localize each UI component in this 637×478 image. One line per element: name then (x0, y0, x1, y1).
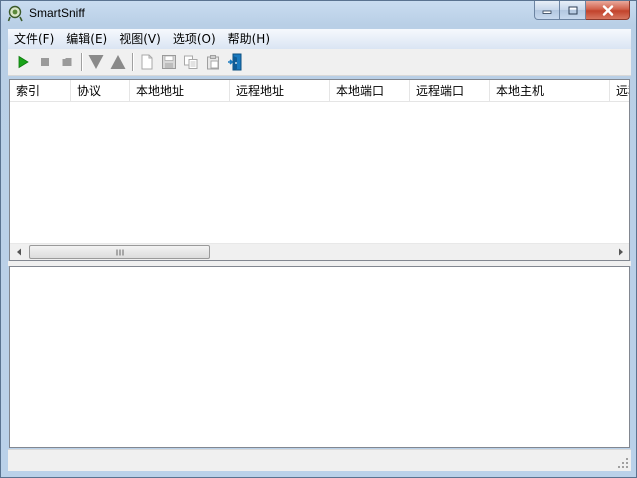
caption-buttons (534, 1, 630, 20)
app-window: SmartSniff 文件(F) 编辑(E) 视图(V) 选项(O) 帮助(H) (0, 0, 637, 478)
packet-list[interactable]: 索引 协议 本地地址 远程地址 本地端口 远程端口 本地主机 远程 (9, 79, 630, 261)
toolbar (8, 49, 631, 76)
toolbar-separator (81, 53, 82, 71)
exit-door-icon (228, 53, 242, 71)
new-button[interactable] (136, 51, 158, 73)
menu-help[interactable]: 帮助(H) (222, 29, 276, 49)
save-button[interactable] (158, 51, 180, 73)
pause-capture-button[interactable] (56, 51, 78, 73)
menu-edit[interactable]: 编辑(E) (60, 29, 113, 49)
menu-file[interactable]: 文件(F) (8, 29, 60, 49)
title-bar[interactable]: SmartSniff (1, 1, 636, 27)
column-header-protocol[interactable]: 协议 (71, 80, 130, 102)
column-header-local-host[interactable]: 本地主机 (490, 80, 610, 102)
clipboard-icon (207, 55, 219, 70)
triangle-down-icon (88, 55, 104, 69)
grip-icon (116, 249, 123, 255)
filter-down-button[interactable] (85, 51, 107, 73)
horizontal-scrollbar[interactable] (10, 243, 629, 260)
start-capture-button[interactable] (12, 51, 34, 73)
column-header-local-port[interactable]: 本地端口 (330, 80, 410, 102)
maximize-icon (568, 6, 577, 14)
resize-grip-icon[interactable] (617, 457, 629, 469)
properties-button[interactable] (202, 51, 224, 73)
filter-up-button[interactable] (107, 51, 129, 73)
maximize-button[interactable] (560, 1, 586, 20)
play-icon (18, 55, 29, 69)
app-icon (7, 5, 23, 22)
menu-options[interactable]: 选项(O) (167, 29, 222, 49)
stop-capture-button[interactable] (34, 51, 56, 73)
column-header-local-address[interactable]: 本地地址 (130, 80, 230, 102)
copy-button[interactable] (180, 51, 202, 73)
scroll-left-button[interactable] (10, 244, 27, 260)
column-header-remote-host[interactable]: 远程 (610, 80, 629, 102)
list-header: 索引 协议 本地地址 远程地址 本地端口 远程端口 本地主机 远程 (10, 80, 629, 102)
close-button[interactable] (586, 1, 630, 20)
packet-content-pane[interactable] (9, 266, 630, 448)
scrollbar-thumb[interactable] (29, 245, 210, 259)
scroll-right-button[interactable] (612, 244, 629, 260)
menu-view[interactable]: 视图(V) (113, 29, 167, 49)
arrow-left-icon (16, 248, 21, 256)
toolbar-separator (132, 53, 133, 71)
column-header-remote-port[interactable]: 远程端口 (410, 80, 490, 102)
minimize-icon (542, 10, 552, 14)
pause-icon (62, 58, 72, 66)
exit-button[interactable] (224, 51, 246, 73)
close-icon (602, 4, 613, 16)
menu-bar: 文件(F) 编辑(E) 视图(V) 选项(O) 帮助(H) (8, 29, 631, 49)
triangle-up-icon (110, 55, 126, 69)
minimize-button[interactable] (534, 1, 560, 20)
arrow-right-icon (618, 248, 623, 256)
stop-icon (41, 58, 49, 66)
column-header-remote-address[interactable]: 远程地址 (230, 80, 330, 102)
column-header-index[interactable]: 索引 (10, 80, 71, 102)
blank-page-icon (141, 54, 153, 70)
copy-icon (184, 55, 198, 69)
status-bar (8, 449, 631, 471)
window-title: SmartSniff (29, 6, 85, 20)
floppy-disk-icon (162, 55, 176, 69)
